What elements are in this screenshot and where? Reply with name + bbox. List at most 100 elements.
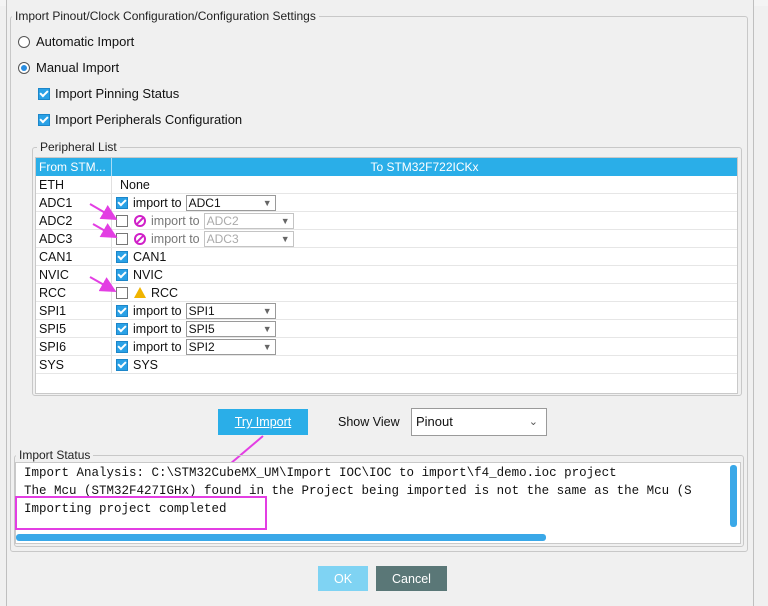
peripheral-list-title: Peripheral List xyxy=(37,140,120,154)
target-label: NVIC xyxy=(133,267,163,282)
peripheral-target: import to ADC1 ▼ xyxy=(112,194,737,211)
peripheral-target: import to ADC2 ▼ xyxy=(112,212,737,229)
select-value: SPI1 xyxy=(188,303,215,318)
import-checkbox[interactable] xyxy=(116,214,128,227)
highlight-box xyxy=(15,496,267,530)
peripheral-target: import to ADC3 ▼ xyxy=(112,230,737,247)
ok-button[interactable]: OK xyxy=(318,566,368,591)
table-row[interactable]: RCC RCC xyxy=(36,284,737,302)
import-checkbox[interactable] xyxy=(116,250,128,263)
peripheral-name: NVIC xyxy=(36,266,112,283)
show-view-label: Show View xyxy=(338,415,400,429)
table-empty-space xyxy=(36,374,737,393)
target-select[interactable]: SPI5 ▼ xyxy=(185,320,276,337)
table-row[interactable]: NVIC NVIC xyxy=(36,266,737,284)
blocked-icon xyxy=(134,214,146,227)
try-import-button[interactable]: Try Import xyxy=(218,409,308,435)
target-label: CAN1 xyxy=(133,249,167,264)
target-label: import to xyxy=(133,339,182,354)
peripheral-target: SYS xyxy=(112,356,737,373)
peripheral-name: ETH xyxy=(36,176,112,193)
table-header: From STM... To STM32F722ICKx xyxy=(36,158,737,176)
peripheral-target: import to SPI1 ▼ xyxy=(112,302,737,319)
target-label: import to xyxy=(151,213,200,228)
target-select[interactable]: SPI1 ▼ xyxy=(185,302,276,319)
import-status-title: Import Status xyxy=(16,448,94,462)
peripheral-target: CAN1 xyxy=(112,248,737,265)
table-row[interactable]: SPI6 import to SPI2 ▼ xyxy=(36,338,737,356)
col-to[interactable]: To STM32F722ICKx xyxy=(112,158,737,176)
peripheral-target: import to SPI2 ▼ xyxy=(112,338,737,355)
chevron-down-icon: ▼ xyxy=(262,323,272,334)
target-label: import to xyxy=(133,321,182,336)
automatic-import-label: Automatic Import xyxy=(36,34,135,49)
select-value: ADC1 xyxy=(188,195,221,210)
select-value: SPI5 xyxy=(188,321,215,336)
target-label: SYS xyxy=(133,357,159,372)
peripheral-name: SPI6 xyxy=(36,338,112,355)
peripheral-name: SYS xyxy=(36,356,112,373)
table-row[interactable]: SYS SYS xyxy=(36,356,737,374)
table-row[interactable]: ADC3 import to ADC3 ▼ xyxy=(36,230,737,248)
import-pinning-checkbox[interactable]: Import Pinning Status xyxy=(38,86,179,101)
target-select[interactable]: ADC1 ▼ xyxy=(185,194,276,211)
peripheral-name: RCC xyxy=(36,284,112,301)
import-checkbox[interactable] xyxy=(116,196,128,209)
automatic-import-radio[interactable]: Automatic Import xyxy=(18,34,134,49)
status-line: Import Analysis: C:\STM32CubeMX_UM\Impor… xyxy=(24,466,617,480)
table-row[interactable]: CAN1 CAN1 xyxy=(36,248,737,266)
peripheral-table: From STM... To STM32F722ICKx ETH None AD… xyxy=(35,157,738,394)
table-row[interactable]: ADC2 import to ADC2 ▼ xyxy=(36,212,737,230)
peripheral-target: NVIC xyxy=(112,266,737,283)
chevron-down-icon: ▼ xyxy=(262,305,272,316)
target-label: import to xyxy=(151,231,200,246)
radio-circle[interactable] xyxy=(18,35,30,48)
target-label: None xyxy=(120,177,150,192)
warning-icon xyxy=(134,287,146,298)
target-label: import to xyxy=(133,195,182,210)
import-pinning-label: Import Pinning Status xyxy=(55,86,180,101)
show-view-select[interactable]: Pinout ⌄ xyxy=(411,408,547,436)
import-checkbox[interactable] xyxy=(116,268,128,281)
peripheral-name: ADC3 xyxy=(36,230,112,247)
target-select[interactable]: ADC2 ▼ xyxy=(203,212,294,229)
chevron-down-icon: ▼ xyxy=(262,341,272,352)
import-peripherals-label: Import Peripherals Configuration xyxy=(55,112,243,127)
radio-circle-selected[interactable] xyxy=(18,61,30,74)
checkbox[interactable] xyxy=(38,87,50,100)
peripheral-target: import to SPI5 ▼ xyxy=(112,320,737,337)
import-checkbox[interactable] xyxy=(116,286,128,299)
table-row[interactable]: ETH None xyxy=(36,176,737,194)
chevron-down-icon: ▼ xyxy=(280,233,290,244)
peripheral-target: RCC xyxy=(112,284,737,301)
select-value: SPI2 xyxy=(188,339,215,354)
import-checkbox[interactable] xyxy=(116,232,128,245)
peripheral-name: ADC1 xyxy=(36,194,112,211)
table-row[interactable]: SPI5 import to SPI5 ▼ xyxy=(36,320,737,338)
cancel-button[interactable]: Cancel xyxy=(376,566,447,591)
chevron-down-icon: ⌄ xyxy=(528,416,538,428)
manual-import-label: Manual Import xyxy=(36,60,120,75)
peripheral-target: None xyxy=(112,176,737,193)
table-row[interactable]: SPI1 import to SPI1 ▼ xyxy=(36,302,737,320)
target-select[interactable]: SPI2 ▼ xyxy=(185,338,276,355)
target-label: import to xyxy=(133,303,182,318)
import-checkbox[interactable] xyxy=(116,322,128,335)
import-checkbox[interactable] xyxy=(116,340,128,353)
table-row[interactable]: ADC1 import to ADC1 ▼ xyxy=(36,194,737,212)
horizontal-scrollbar[interactable] xyxy=(16,534,546,541)
col-from[interactable]: From STM... xyxy=(36,158,112,176)
manual-import-radio[interactable]: Manual Import xyxy=(18,60,119,75)
import-checkbox[interactable] xyxy=(116,358,128,371)
peripheral-name: CAN1 xyxy=(36,248,112,265)
peripheral-name: SPI1 xyxy=(36,302,112,319)
select-value: ADC2 xyxy=(206,213,239,228)
vertical-scrollbar[interactable] xyxy=(730,465,737,527)
blocked-icon xyxy=(134,232,146,245)
show-view-value: Pinout xyxy=(416,414,453,429)
peripheral-name: ADC2 xyxy=(36,212,112,229)
target-select[interactable]: ADC3 ▼ xyxy=(203,230,294,247)
import-checkbox[interactable] xyxy=(116,304,128,317)
import-peripherals-checkbox[interactable]: Import Peripherals Configuration xyxy=(38,112,242,127)
checkbox[interactable] xyxy=(38,113,50,126)
